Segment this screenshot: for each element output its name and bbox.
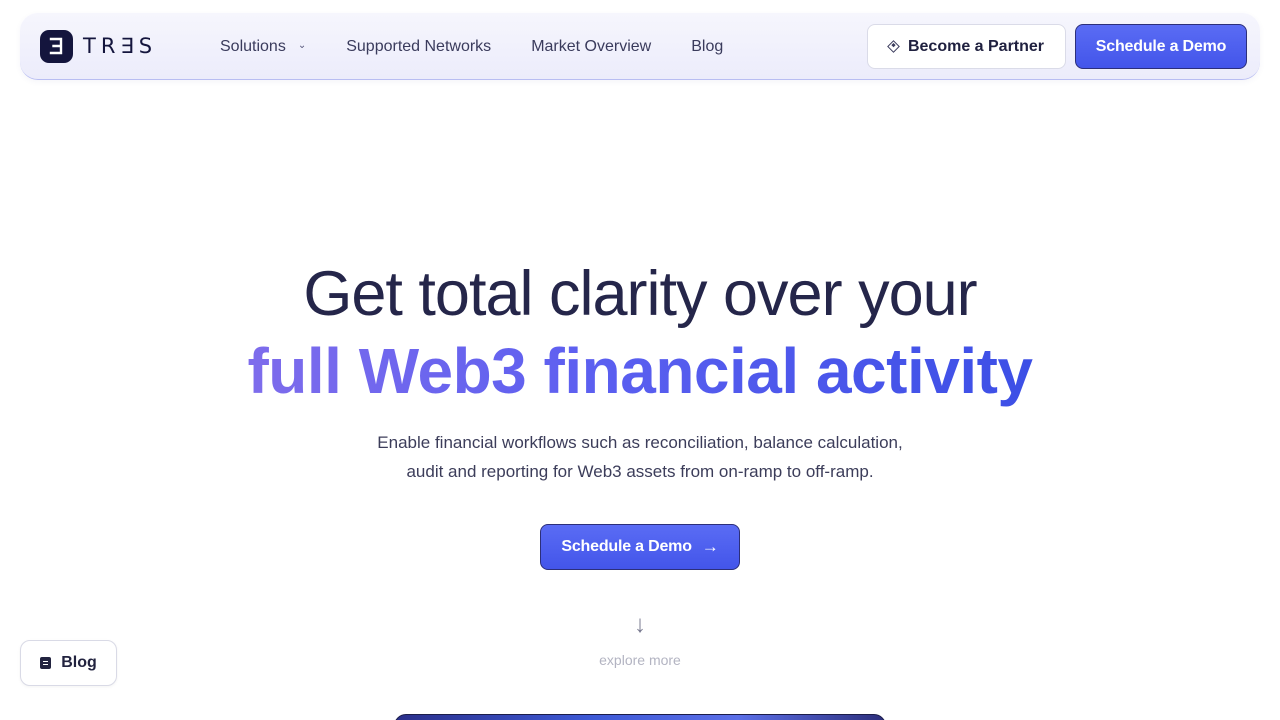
hero-title-line2: full Web3 financial activity [0, 333, 1280, 409]
floating-blog-label: Blog [61, 654, 97, 671]
nav-solutions-label: Solutions [220, 37, 286, 55]
logo-wordmark: TR∃S [83, 34, 158, 58]
top-navbar: TR∃S Solutions ⌄ Supported Networks Mark… [20, 13, 1260, 80]
dashboard-preview-edge [394, 714, 886, 720]
hero-title-gradient-text: full Web3 financial activity [247, 335, 1033, 407]
hero-subtitle: Enable financial workflows such as recon… [0, 428, 1280, 486]
schedule-demo-hero-button[interactable]: Schedule a Demo → [540, 524, 740, 570]
hero-subtitle-line1: Enable financial workflows such as recon… [377, 433, 903, 452]
hero-title-line1: Get total clarity over your [303, 259, 977, 329]
chevron-down-icon: ⌄ [297, 40, 307, 51]
primary-nav: Solutions ⌄ Supported Networks Market Ov… [220, 13, 723, 80]
schedule-demo-hero-label: Schedule a Demo [561, 538, 692, 555]
nav-market-overview[interactable]: Market Overview [531, 38, 651, 56]
become-partner-button[interactable]: Become a Partner [867, 24, 1066, 69]
arrow-down-icon[interactable]: ↓ [620, 610, 660, 640]
document-icon [40, 657, 52, 669]
logo-link[interactable]: TR∃S [40, 29, 157, 63]
nav-solutions[interactable]: Solutions ⌄ [220, 38, 306, 56]
arrow-right-icon: → [701, 537, 719, 556]
logo-icon [40, 29, 73, 63]
nav-blog[interactable]: Blog [691, 38, 723, 56]
explore-more-label[interactable]: explore more [0, 652, 1280, 668]
floating-blog-button[interactable]: Blog [20, 640, 117, 686]
diamond-icon [887, 40, 900, 53]
nav-supported-networks[interactable]: Supported Networks [346, 38, 491, 56]
hero-subtitle-line2: audit and reporting for Web3 assets from… [406, 462, 874, 481]
become-partner-label: Become a Partner [907, 37, 1045, 55]
schedule-demo-nav-button[interactable]: Schedule a Demo [1075, 24, 1247, 69]
